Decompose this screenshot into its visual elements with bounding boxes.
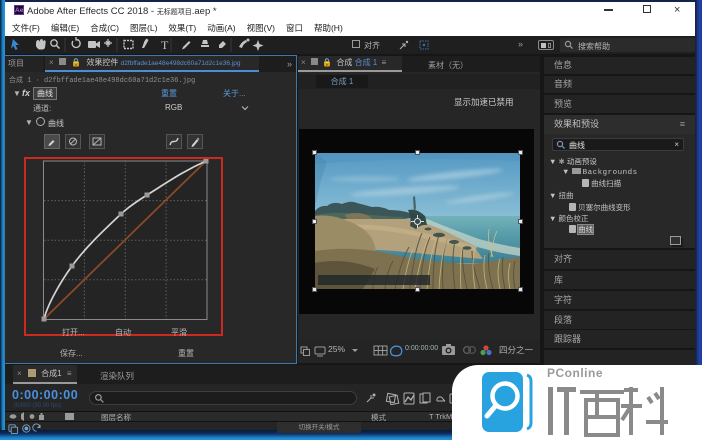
svg-text:T: T [161, 38, 169, 52]
